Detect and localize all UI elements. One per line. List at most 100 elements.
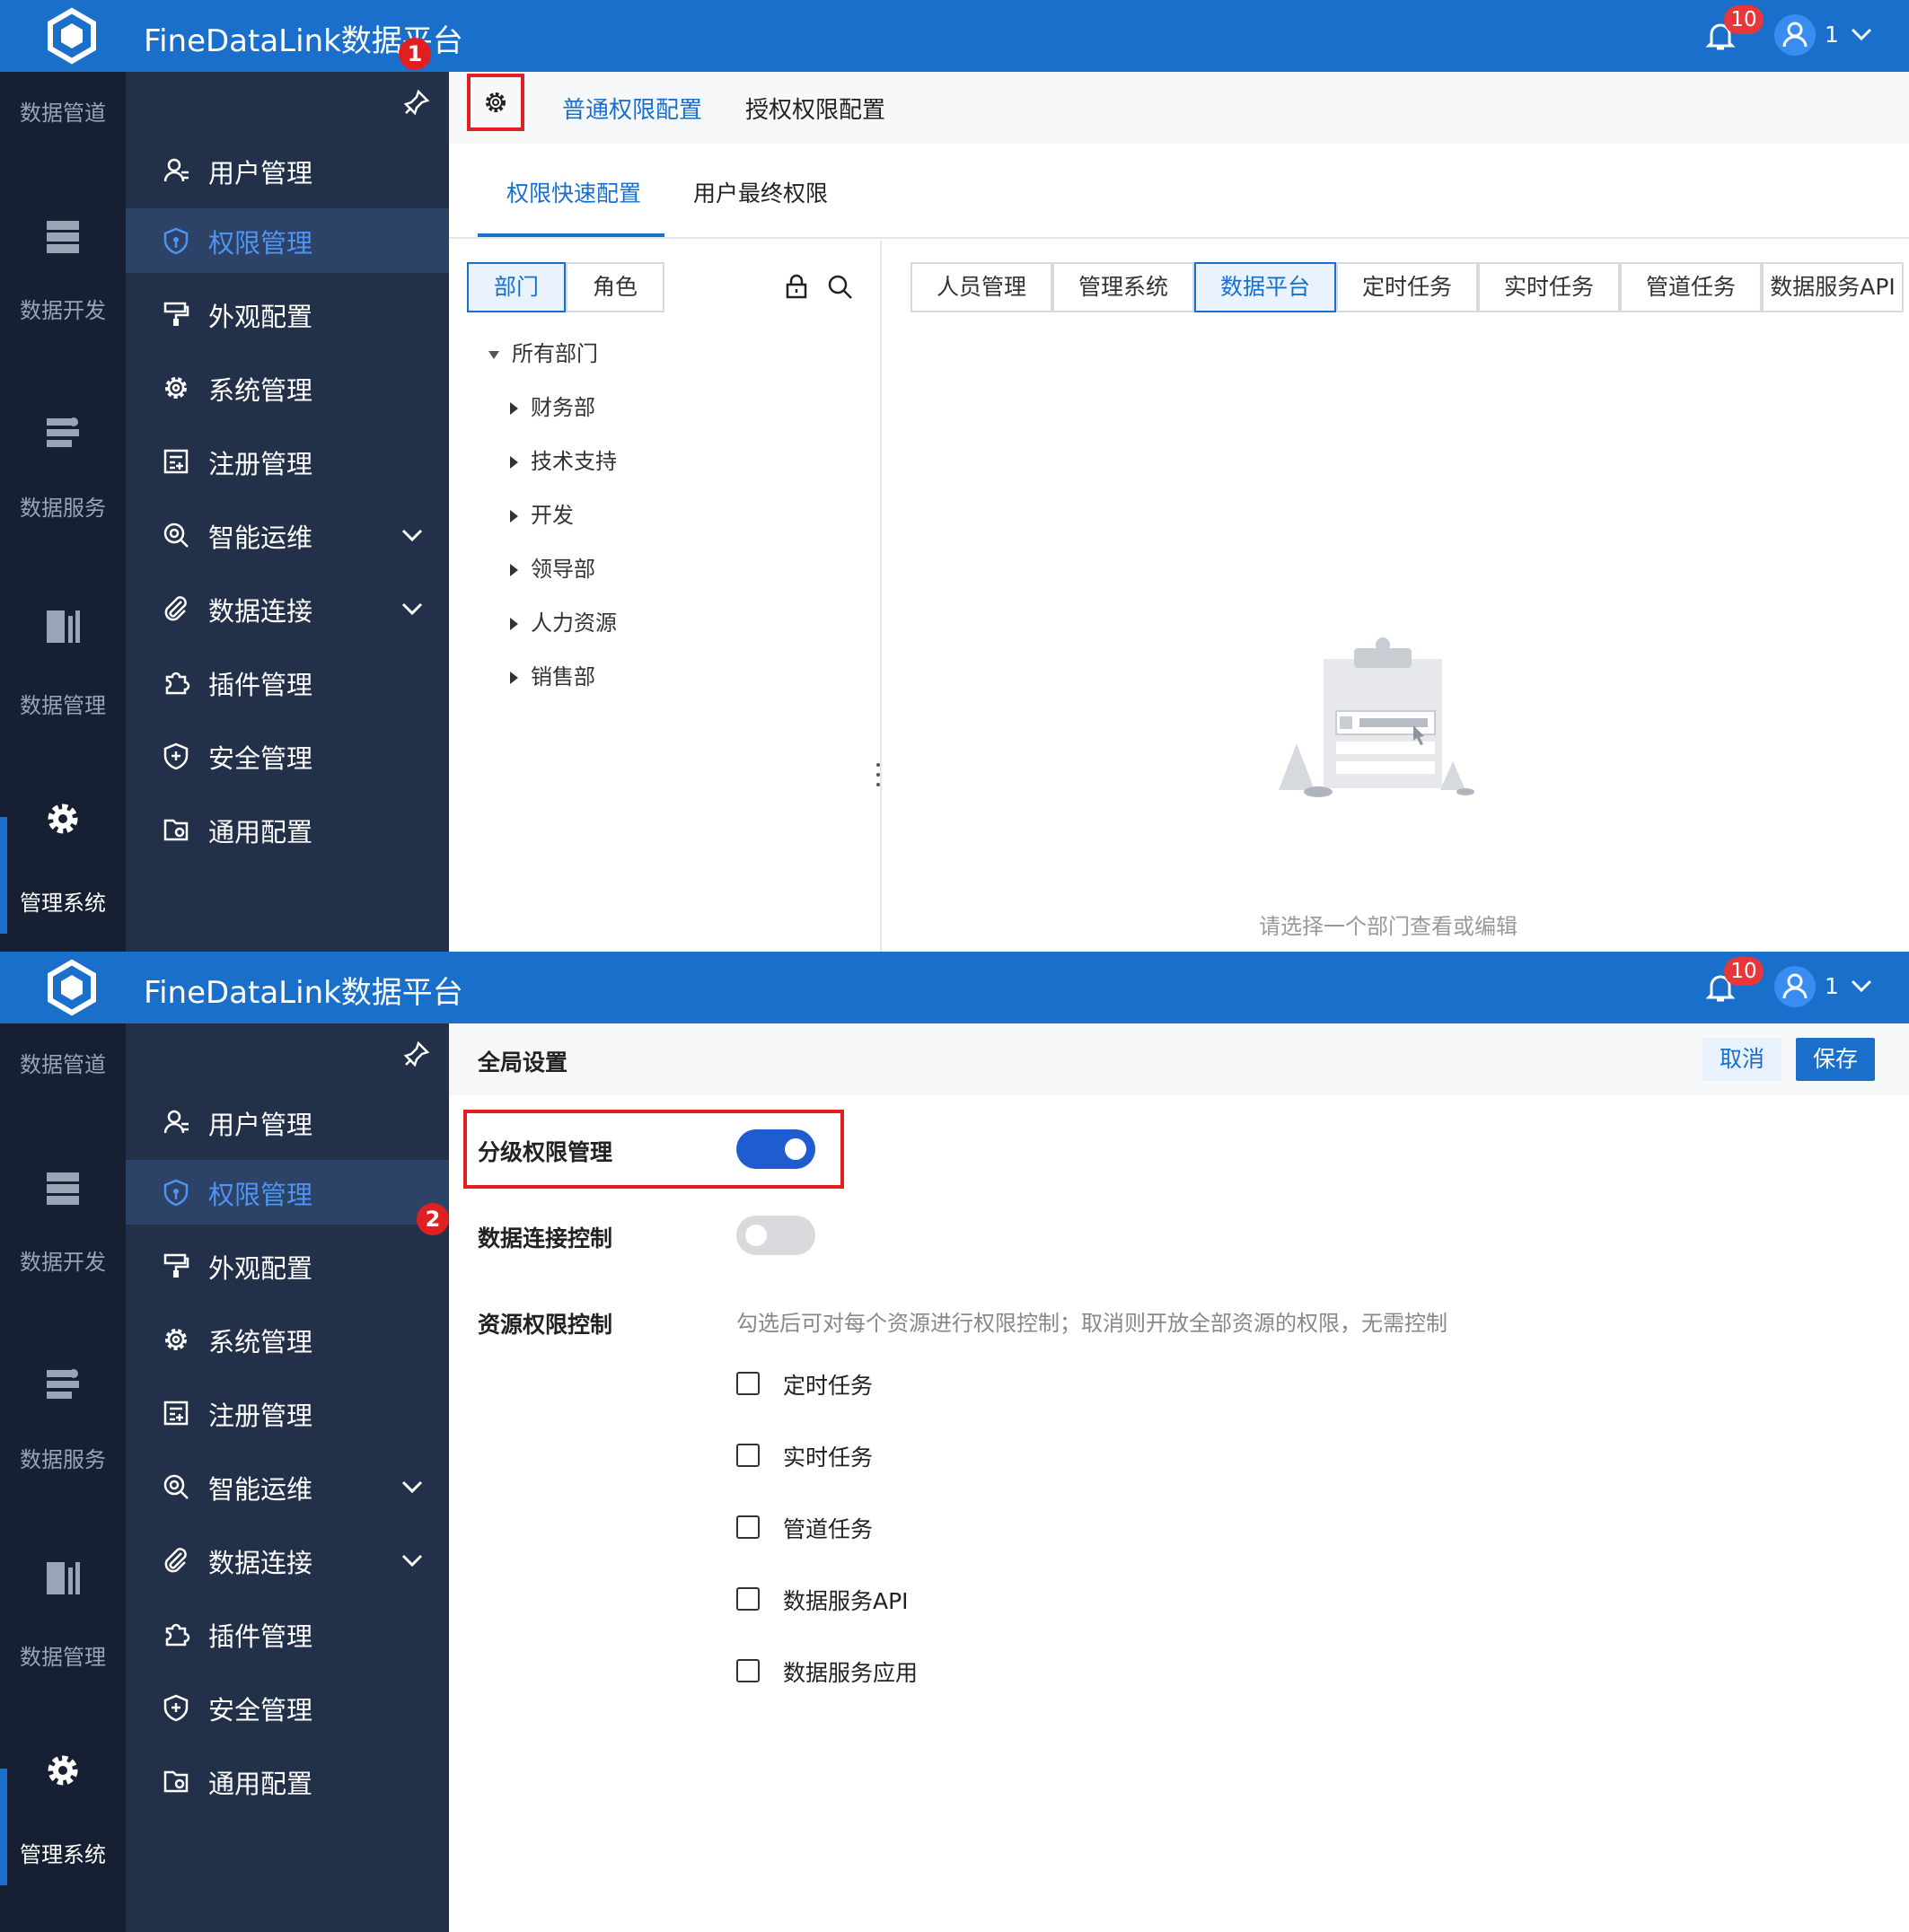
tree-node[interactable]: 开发 <box>510 497 574 529</box>
menu-item-users[interactable]: 用户管理 <box>126 138 449 203</box>
menu-item-permission[interactable]: 权限管理 <box>126 208 449 273</box>
module-tab-personnel[interactable]: 人员管理 <box>911 262 1052 312</box>
folder-gear-icon <box>163 1770 189 1793</box>
tree-node[interactable]: 领导部 <box>510 551 595 583</box>
global-settings-panel: FineDataLink数据平台 10 1 数据管道 数据开发 数据服务 数据管… <box>0 952 1909 1932</box>
module-tab-scheduled[interactable]: 定时任务 <box>1336 262 1478 312</box>
data-dev-icon[interactable] <box>43 217 83 257</box>
caret-right-icon <box>510 402 518 415</box>
connection-toggle[interactable] <box>736 1216 815 1255</box>
rail-item-admin[interactable]: 管理系统 <box>0 1837 126 1868</box>
data-service-icon[interactable] <box>43 413 83 452</box>
permission-config-panel: FineDataLink数据平台 10 1 数据管道 数据开发 数据服务 数据管… <box>0 0 1909 952</box>
menu-item-appearance[interactable]: 外观配置 <box>126 282 449 347</box>
module-tab-admin[interactable]: 管理系统 <box>1052 262 1194 312</box>
menu-item-registration[interactable]: 注册管理 <box>126 1381 449 1445</box>
chevron-down-icon[interactable] <box>400 526 424 544</box>
pin-icon[interactable] <box>402 1040 431 1068</box>
menu-item-security[interactable]: 安全管理 <box>126 724 449 788</box>
rail-item-pipeline[interactable]: 数据管道 <box>0 1047 126 1078</box>
menu-item-system[interactable]: 系统管理 <box>126 356 449 420</box>
checkbox[interactable] <box>736 1444 760 1467</box>
save-button[interactable]: 保存 <box>1796 1038 1875 1081</box>
checkbox[interactable] <box>736 1515 760 1539</box>
module-tab-realtime[interactable]: 实时任务 <box>1478 262 1620 312</box>
top-bar: FineDataLink数据平台 10 1 <box>0 952 1909 1023</box>
tree-node[interactable]: 财务部 <box>510 390 595 421</box>
register-icon <box>163 1401 189 1426</box>
user-name[interactable]: 1 <box>1825 973 1839 999</box>
menu-item-system[interactable]: 系统管理 <box>126 1307 449 1372</box>
paint-roller-icon <box>163 302 189 326</box>
checkbox[interactable] <box>736 1587 760 1611</box>
tree-node[interactable]: 技术支持 <box>510 443 617 475</box>
avatar[interactable] <box>1774 14 1816 56</box>
menu-item-general[interactable]: 通用配置 <box>126 1749 449 1813</box>
rail-item-service[interactable]: 数据服务 <box>0 490 126 522</box>
tree-node[interactable]: 人力资源 <box>510 605 617 637</box>
rail-item-manage[interactable]: 数据管理 <box>0 688 126 719</box>
fdl-logo-icon <box>48 7 96 65</box>
menu-item-registration[interactable]: 注册管理 <box>126 429 449 494</box>
data-manage-icon[interactable] <box>43 1559 83 1598</box>
data-manage-icon[interactable] <box>43 607 83 646</box>
tab-final-permission[interactable]: 用户最终权限 <box>693 176 828 208</box>
tree-root[interactable]: 所有部门 <box>488 336 598 367</box>
rail-item-dev[interactable]: 数据开发 <box>0 1244 126 1276</box>
pin-icon[interactable] <box>402 88 431 117</box>
lock-icon[interactable] <box>783 273 810 300</box>
menu-item-plugins[interactable]: 插件管理 <box>126 650 449 715</box>
shield-icon <box>163 227 189 255</box>
checkbox[interactable] <box>736 1372 760 1395</box>
paperclip-icon <box>164 1548 187 1573</box>
gear-icon[interactable] <box>43 1751 83 1790</box>
segment-department[interactable]: 部门 <box>467 262 566 312</box>
module-tab-api[interactable]: 数据服务API <box>1762 262 1904 312</box>
hierarchy-toggle[interactable] <box>736 1129 815 1169</box>
rail-item-pipeline[interactable]: 数据管道 <box>0 95 126 127</box>
caret-right-icon <box>510 456 518 469</box>
tree-node[interactable]: 销售部 <box>510 659 595 690</box>
chevron-down-icon[interactable] <box>400 600 424 618</box>
ops-icon <box>163 1474 189 1499</box>
chevron-down-icon[interactable] <box>1850 25 1873 43</box>
menu-item-plugins[interactable]: 插件管理 <box>126 1602 449 1666</box>
module-tab-pipeline[interactable]: 管道任务 <box>1620 262 1762 312</box>
data-dev-icon[interactable] <box>43 1169 83 1208</box>
module-tab-platform[interactable]: 数据平台 <box>1194 262 1336 312</box>
user-name[interactable]: 1 <box>1825 22 1839 48</box>
tab-normal-permission[interactable]: 普通权限配置 <box>562 92 702 125</box>
tab-grant-permission[interactable]: 授权权限配置 <box>745 92 885 125</box>
shield-plus-icon <box>163 1694 189 1722</box>
menu-item-general[interactable]: 通用配置 <box>126 797 449 862</box>
rail-item-manage[interactable]: 数据管理 <box>0 1639 126 1671</box>
rail-item-dev[interactable]: 数据开发 <box>0 293 126 324</box>
tab-quick-config[interactable]: 权限快速配置 <box>506 176 641 208</box>
rail-item-service[interactable]: 数据服务 <box>0 1442 126 1473</box>
rail-item-admin[interactable]: 管理系统 <box>0 885 126 917</box>
chevron-down-icon[interactable] <box>400 1478 424 1496</box>
menu-item-permission[interactable]: 权限管理 <box>126 1160 449 1225</box>
menu-item-connection[interactable]: 数据连接 <box>126 1528 449 1593</box>
menu-item-appearance[interactable]: 外观配置 <box>126 1234 449 1298</box>
menu-item-security[interactable]: 安全管理 <box>126 1675 449 1740</box>
top-bar: FineDataLink数据平台 10 1 <box>0 0 1909 72</box>
global-settings-button[interactable] <box>467 74 524 131</box>
menu-item-users[interactable]: 用户管理 <box>126 1090 449 1155</box>
search-icon[interactable] <box>826 273 853 300</box>
segment-role[interactable]: 角色 <box>566 262 664 312</box>
menu-item-connection[interactable]: 数据连接 <box>126 576 449 641</box>
menu-item-ops[interactable]: 智能运维 <box>126 503 449 567</box>
cancel-button[interactable]: 取消 <box>1702 1038 1781 1081</box>
admin-menu: 用户管理 权限管理 外观配置 系统管理 注册管理 智能运维 数据连接 插件管理 … <box>126 1023 449 1932</box>
menu-item-ops[interactable]: 智能运维 <box>126 1454 449 1519</box>
active-tab-underline <box>478 233 664 237</box>
checkbox[interactable] <box>736 1659 760 1682</box>
data-service-icon[interactable] <box>43 1365 83 1404</box>
chevron-down-icon[interactable] <box>400 1551 424 1569</box>
chevron-down-icon[interactable] <box>1850 977 1873 995</box>
avatar[interactable] <box>1774 966 1816 1007</box>
pane-resize-handle[interactable] <box>875 761 882 788</box>
register-icon <box>163 449 189 474</box>
gear-icon[interactable] <box>43 799 83 839</box>
